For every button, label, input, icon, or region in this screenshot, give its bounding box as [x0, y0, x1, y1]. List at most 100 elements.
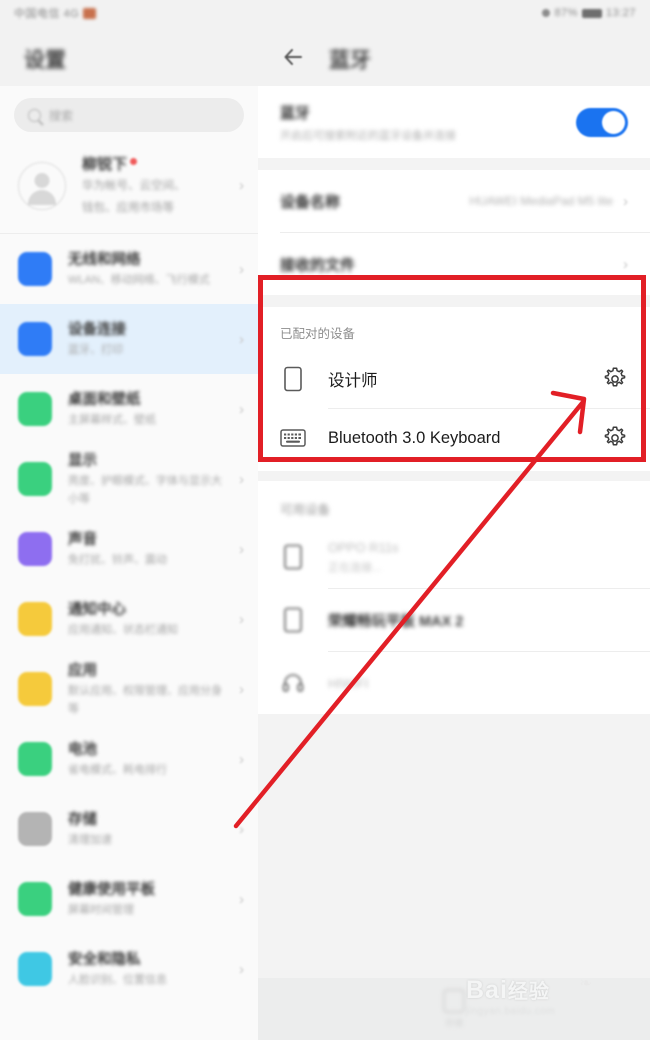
battery-percent-label: 87%: [554, 7, 578, 19]
bluetooth-toggle[interactable]: [576, 107, 628, 137]
sidebar-item-0[interactable]: 无线和网络 WLAN、移动网络、飞行模式 ›: [0, 234, 258, 304]
sidebar-item-9[interactable]: 健康使用平板 屏幕时间管理 ›: [0, 864, 258, 934]
chevron-right-icon: ›: [239, 820, 244, 838]
sidebar-item-text: 设备连接 蓝牙、打印: [68, 318, 223, 360]
sidebar-item-10[interactable]: 安全和隐私 人脸识别、位置信息 ›: [0, 934, 258, 1004]
sidebar-item-sublabel: 省电模式、耗电排行: [68, 764, 167, 777]
account-text: 柳锐下 华为帐号、云空间、 钱包、应用市场等: [82, 153, 223, 218]
sidebar-item-sublabel: 默认应用、权限管理、应用分身等: [68, 685, 222, 715]
signal-icon: [542, 9, 551, 17]
tablet-settings-screen: 中国电信 4G 87% 13:27 设置 蓝牙 搜索 柳锐下 华为帐号、云空间、: [0, 0, 650, 1040]
paired-devices-card: 已配对的设备 设计师 Bluetooth 3.0 Keyboard: [258, 307, 650, 471]
paired-device-row[interactable]: Bluetooth 3.0 Keyboard: [258, 409, 650, 467]
sidebar-item-sublabel: WLAN、移动网络、飞行模式: [68, 274, 210, 287]
paired-device-name: Bluetooth 3.0 Keyboard: [328, 428, 501, 447]
sidebar-item-3[interactable]: 显示 亮度、护眼模式、字体与显示大小等 ›: [0, 444, 258, 514]
sidebar-item-icon: [18, 252, 52, 286]
chevron-right-icon: ›: [239, 400, 244, 418]
phone-icon: [280, 366, 306, 392]
sidebar-item-sublabel: 亮度、护眼模式、字体与显示大小等: [68, 475, 222, 505]
account-entry[interactable]: 柳锐下 华为帐号、云空间、 钱包、应用市场等 ›: [0, 142, 258, 234]
sidebar-item-icon: [18, 462, 52, 496]
available-device-row[interactable]: HIWIFI: [258, 652, 650, 714]
sidebar-item-8[interactable]: 存储 清理加速 ›: [0, 794, 258, 864]
bluetooth-content: 蓝牙 开启后可搜索附近的蓝牙设备并连接 设备名称 HUAWEI MediaPad…: [258, 86, 650, 1040]
sidebar-item-sublabel: 清理加速: [68, 834, 112, 847]
phone-icon: [280, 544, 306, 570]
sidebar-item-5[interactable]: 通知中心 应用通知、状态栏通知 ›: [0, 584, 258, 654]
bottom-bar-item-label: 存储: [444, 1018, 463, 1028]
paired-device-item[interactable]: 设计师: [258, 350, 650, 408]
available-device-status: 正在连接...: [328, 561, 382, 574]
bluetooth-switch-sublabel: 开启后可搜索附近的蓝牙设备并连接: [280, 129, 456, 142]
sidebar-item-text: 健康使用平板 屏幕时间管理: [68, 878, 223, 920]
sidebar-item-text: 无线和网络 WLAN、移动网络、飞行模式: [68, 248, 223, 290]
paired-device-row[interactable]: 设计师: [258, 350, 650, 408]
chevron-right-icon: ›: [239, 680, 244, 698]
sidebar-item-6[interactable]: 应用默认应用、权限管理、应用分身等 ›: [0, 654, 258, 724]
chevron-right-icon: ›: [239, 260, 244, 278]
bluetooth-switch-card: 蓝牙 开启后可搜索附近的蓝牙设备并连接: [258, 86, 650, 158]
sidebar-item-2[interactable]: 桌面和壁纸 主屏幕样式、壁纸 ›: [0, 374, 258, 444]
received-files-label: 接收的文件: [280, 256, 356, 274]
search-icon: [28, 108, 41, 122]
sidebar-item-sublabel: 人脸识别、位置信息: [68, 974, 167, 987]
available-devices-list: OPPO R11s 正在连接... 荣耀畅玩平板 MAX 2 HIWIFI: [258, 526, 650, 714]
chevron-right-icon: ›: [239, 610, 244, 628]
sidebar-item-4[interactable]: 声音 免打扰、铃声、震动 ›: [0, 514, 258, 584]
sidebar-item-label: 桌面和壁纸: [68, 392, 141, 409]
sidebar-item-label: 健康使用平板: [68, 882, 155, 899]
received-files-row[interactable]: 接收的文件 ›: [258, 233, 650, 295]
available-device-text: HIWIFI: [328, 676, 628, 691]
bluetooth-switch-label: 蓝牙: [280, 104, 311, 122]
paired-device-name: 设计师: [328, 372, 378, 390]
sidebar-item-text: 应用默认应用、权限管理、应用分身等: [68, 659, 223, 718]
chevron-right-icon: ›: [239, 470, 244, 488]
top-app-bar: [0, 26, 650, 86]
sidebar-item-icon: [18, 392, 52, 426]
gear-icon[interactable]: [602, 366, 628, 392]
available-section-title: 可用设备: [280, 503, 331, 517]
carrier-label: 中国电信 4G: [14, 8, 80, 20]
sidebar-item-7[interactable]: 电池 省电模式、耗电排行 ›: [0, 724, 258, 794]
settings-sidebar: 搜索 柳锐下 华为帐号、云空间、 钱包、应用市场等 › 无线和网络 WLAN、移动…: [0, 86, 258, 1040]
search-input[interactable]: 搜索: [14, 98, 244, 132]
account-subtitle-2: 钱包、应用市场等: [82, 202, 174, 214]
phone-icon: [280, 607, 306, 633]
sidebar-item-label: 电池: [68, 742, 97, 759]
avatar: [18, 161, 66, 210]
paired-device-item[interactable]: Bluetooth 3.0 Keyboard: [258, 409, 650, 467]
paired-section-title: 已配对的设备: [280, 327, 356, 341]
account-badge-dot: [130, 158, 138, 166]
bottom-bar-item[interactable]: 存储: [443, 989, 465, 1029]
sidebar-nav-list: 无线和网络 WLAN、移动网络、飞行模式 › 设备连接 蓝牙、打印 › 桌面和壁纸 主屏幕样式…: [0, 234, 258, 1004]
settings-page-title: 设置: [24, 49, 66, 72]
bluetooth-info-card: 设备名称 HUAWEI MediaPad M5 lite › 接收的文件 ›: [258, 170, 650, 295]
clock-label: 13:27: [605, 7, 636, 19]
keyboard-icon: [280, 428, 306, 448]
square-icon: [443, 989, 465, 1013]
sidebar-item-1[interactable]: 设备连接 蓝牙、打印 ›: [0, 304, 258, 374]
available-device-text: 荣耀畅玩平板 MAX 2: [328, 610, 628, 631]
sidebar-item-text: 存储 清理加速: [68, 808, 223, 850]
sidebar-item-label: 设备连接: [68, 322, 126, 339]
device-name-row[interactable]: 设备名称 HUAWEI MediaPad M5 lite ›: [258, 170, 650, 232]
status-bar: 中国电信 4G 87% 13:27: [0, 0, 650, 26]
available-device-row[interactable]: OPPO R11s 正在连接...: [258, 526, 650, 588]
sidebar-item-sublabel: 应用通知、状态栏通知: [68, 624, 178, 637]
back-arrow-icon[interactable]: [281, 45, 305, 69]
chevron-right-icon: ›: [239, 890, 244, 908]
bluetooth-switch-text: 蓝牙 开启后可搜索附近的蓝牙设备并连接: [280, 102, 566, 143]
available-devices-card: 可用设备 OPPO R11s 正在连接... 荣耀畅玩平板 MAX 2 HIWIFI: [258, 481, 650, 714]
sidebar-item-icon: [18, 532, 52, 566]
available-device-text: OPPO R11s 正在连接...: [328, 540, 628, 575]
sidebar-item-label: 应用: [68, 663, 97, 680]
gear-icon[interactable]: [602, 425, 628, 451]
received-files-main: 接收的文件: [280, 254, 613, 275]
chevron-right-icon: ›: [239, 177, 244, 194]
available-device-row[interactable]: 荣耀畅玩平板 MAX 2: [258, 589, 650, 651]
bluetooth-switch-row[interactable]: 蓝牙 开启后可搜索附近的蓝牙设备并连接: [258, 86, 650, 158]
